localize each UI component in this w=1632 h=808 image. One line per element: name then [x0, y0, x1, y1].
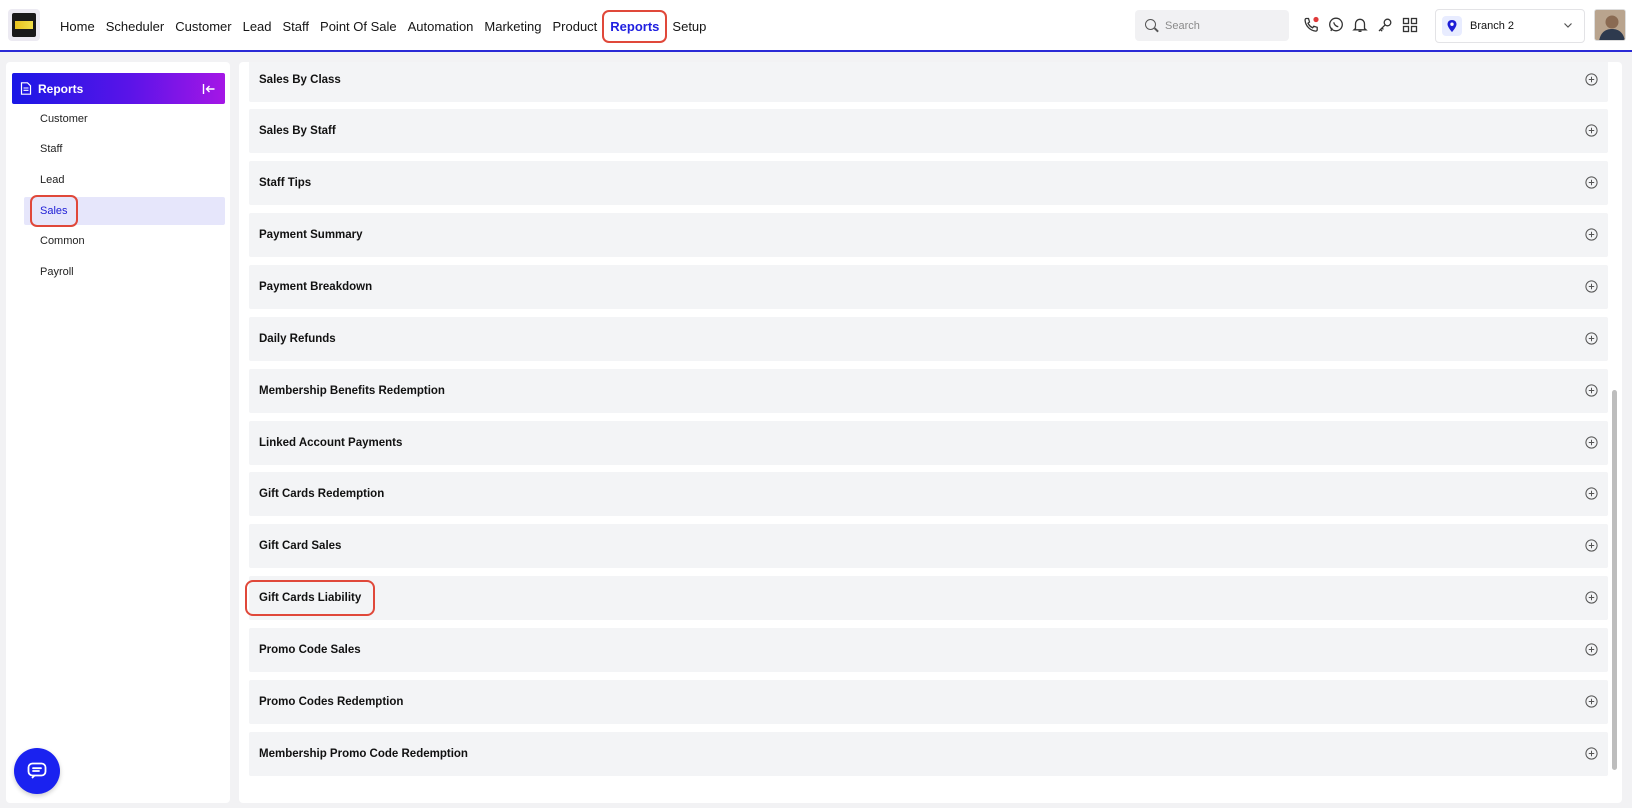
- whatsapp-icon[interactable]: [1327, 16, 1345, 34]
- sidebar-title: Reports: [38, 81, 84, 96]
- sidebar-item-sales[interactable]: Sales: [24, 195, 225, 227]
- report-label: Linked Account Payments: [259, 437, 403, 449]
- report-label: Payment Breakdown: [259, 281, 373, 293]
- report-row-gift-cards-redemption[interactable]: Gift Cards Redemption: [249, 472, 1608, 516]
- report-row-payment-breakdown[interactable]: Payment Breakdown: [249, 265, 1608, 309]
- sidebar-item-label: Staff: [40, 143, 63, 155]
- expand-plus-icon[interactable]: [1585, 176, 1598, 189]
- expand-plus-icon[interactable]: [1585, 643, 1598, 656]
- report-row-promo-code-sales[interactable]: Promo Code Sales: [249, 628, 1608, 672]
- report-row-sales-by-class[interactable]: Sales By Class: [249, 62, 1608, 102]
- report-row-staff-tips[interactable]: Staff Tips: [249, 161, 1608, 205]
- collapse-sidebar-icon[interactable]: [201, 81, 217, 97]
- phone-icon[interactable]: [1302, 16, 1320, 34]
- sidebar-item-label: Customer: [40, 113, 88, 125]
- nav-reports[interactable]: Reports: [602, 9, 668, 43]
- report-label: Membership Benefits Redemption: [259, 385, 445, 397]
- nav-home[interactable]: Home: [56, 19, 99, 34]
- bell-icon[interactable]: [1351, 16, 1369, 34]
- expand-plus-icon[interactable]: [1585, 384, 1598, 397]
- nav-lead[interactable]: Lead: [239, 19, 276, 34]
- nav-staff[interactable]: Staff: [279, 19, 314, 34]
- expand-plus-icon[interactable]: [1585, 487, 1598, 500]
- main-scrollbar[interactable]: [1612, 390, 1617, 770]
- expand-plus-icon[interactable]: [1585, 591, 1598, 604]
- nav-setup[interactable]: Setup: [668, 19, 710, 34]
- report-row-membership-benefits-redemption[interactable]: Membership Benefits Redemption: [249, 369, 1608, 413]
- expand-plus-icon[interactable]: [1585, 332, 1598, 345]
- apps-grid-icon[interactable]: [1401, 16, 1419, 34]
- report-label: Gift Cards Redemption: [259, 488, 385, 500]
- search-input[interactable]: [1165, 19, 1285, 32]
- report-label: Sales By Class: [259, 74, 341, 86]
- expand-plus-icon[interactable]: [1585, 539, 1598, 552]
- main-nav: Home Scheduler Customer Lead Staff Point…: [56, 0, 713, 52]
- expand-plus-icon[interactable]: [1585, 436, 1598, 449]
- nav-point-of-sale[interactable]: Point Of Sale: [316, 19, 401, 34]
- top-navigation-bar: Home Scheduler Customer Lead Staff Point…: [0, 0, 1632, 52]
- sidebar-item-label: Sales: [30, 195, 78, 227]
- search-box[interactable]: [1135, 10, 1289, 41]
- expand-plus-icon[interactable]: [1585, 73, 1598, 86]
- expand-plus-icon[interactable]: [1585, 695, 1598, 708]
- report-label: Membership Promo Code Redemption: [259, 748, 468, 760]
- search-icon: [1145, 18, 1159, 33]
- report-document-icon: [20, 82, 32, 95]
- sidebar-item-label: Payroll: [40, 266, 74, 278]
- sidebar-item-label: Lead: [40, 174, 65, 186]
- sidebar-item-staff[interactable]: Staff: [24, 135, 225, 163]
- report-label: Promo Codes Redemption: [259, 696, 404, 708]
- chat-icon: [27, 762, 47, 779]
- nav-scheduler[interactable]: Scheduler: [102, 19, 169, 34]
- branch-label: Branch 2: [1470, 20, 1515, 32]
- report-row-daily-refunds[interactable]: Daily Refunds: [249, 317, 1608, 361]
- report-label: Sales By Staff: [259, 125, 336, 137]
- expand-plus-icon[interactable]: [1585, 280, 1598, 293]
- expand-plus-icon[interactable]: [1585, 747, 1598, 760]
- report-label: Payment Summary: [259, 229, 363, 241]
- nav-automation[interactable]: Automation: [404, 19, 478, 34]
- report-label: Promo Code Sales: [259, 644, 361, 656]
- report-label: Gift Cards Liability: [245, 580, 376, 616]
- report-row-promo-codes-redemption[interactable]: Promo Codes Redemption: [249, 680, 1608, 724]
- report-row-payment-summary[interactable]: Payment Summary: [249, 213, 1608, 257]
- nav-customer[interactable]: Customer: [171, 19, 235, 34]
- report-row-membership-promo-code-redemption[interactable]: Membership Promo Code Redemption: [249, 732, 1608, 776]
- branch-selector[interactable]: Branch 2: [1435, 9, 1585, 43]
- expand-plus-icon[interactable]: [1585, 124, 1598, 137]
- expand-plus-icon[interactable]: [1585, 228, 1598, 241]
- report-row-gift-card-sales[interactable]: Gift Card Sales: [249, 524, 1608, 568]
- report-label: Staff Tips: [259, 177, 312, 189]
- sidebar-item-common[interactable]: Common: [24, 227, 225, 255]
- reports-sidebar: Reports Customer Staff Lead Sales Common…: [6, 62, 230, 803]
- report-label: Gift Card Sales: [259, 540, 342, 552]
- report-row-linked-account-payments[interactable]: Linked Account Payments: [249, 421, 1608, 465]
- chevron-down-icon: [1562, 19, 1578, 34]
- nav-marketing[interactable]: Marketing: [480, 19, 545, 34]
- nav-product[interactable]: Product: [548, 19, 601, 34]
- sidebar-item-customer[interactable]: Customer: [24, 105, 225, 133]
- report-row-sales-by-staff[interactable]: Sales By Staff: [249, 109, 1608, 153]
- sidebar-item-payroll[interactable]: Payroll: [24, 258, 225, 286]
- report-label: Daily Refunds: [259, 333, 336, 345]
- sidebar-header: Reports: [12, 73, 225, 104]
- sidebar-item-lead[interactable]: Lead: [24, 166, 225, 194]
- user-avatar[interactable]: [1594, 9, 1626, 41]
- location-pin-icon: [1442, 16, 1462, 36]
- report-row-gift-cards-liability[interactable]: Gift Cards Liability: [245, 576, 1608, 620]
- chat-support-button[interactable]: [14, 748, 60, 794]
- reports-list-panel: Sales By Class Sales By Staff Staff Tips…: [239, 62, 1622, 803]
- key-icon[interactable]: [1376, 16, 1394, 34]
- logo-mark: [12, 13, 36, 37]
- sidebar-item-label: Common: [40, 235, 85, 247]
- app-logo[interactable]: [8, 9, 40, 41]
